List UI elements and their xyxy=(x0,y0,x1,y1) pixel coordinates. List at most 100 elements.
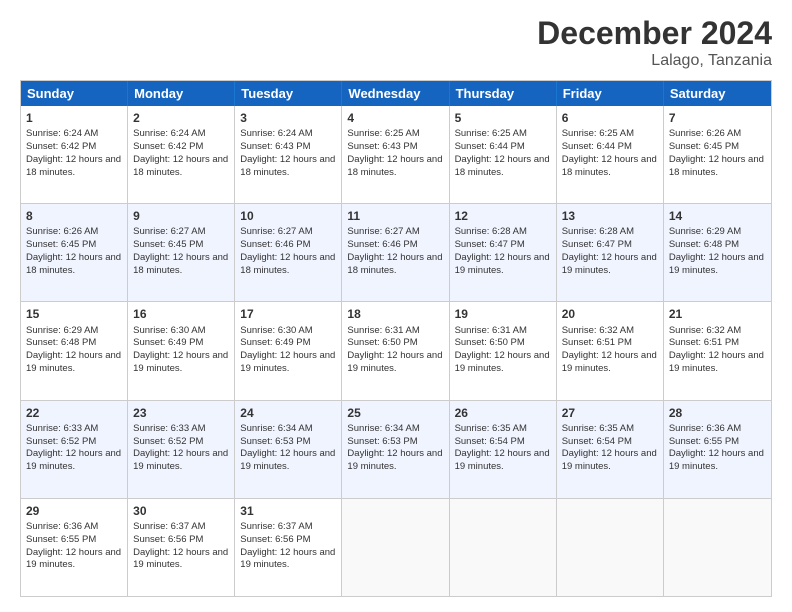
daylight-label: Daylight: 12 hours and 19 minutes. xyxy=(26,350,121,374)
daylight-label: Daylight: 12 hours and 18 minutes. xyxy=(669,154,764,178)
sunset-label: Sunset: 6:56 PM xyxy=(133,534,203,545)
day-cell-31: 31 Sunrise: 6:37 AM Sunset: 6:56 PM Dayl… xyxy=(235,499,342,596)
daylight-label: Daylight: 12 hours and 18 minutes. xyxy=(133,154,228,178)
daylight-label: Daylight: 12 hours and 19 minutes. xyxy=(133,547,228,571)
day-number: 16 xyxy=(133,306,229,322)
day-cell-21: 21 Sunrise: 6:32 AM Sunset: 6:51 PM Dayl… xyxy=(664,302,771,399)
sunset-label: Sunset: 6:53 PM xyxy=(240,436,310,447)
day-number: 7 xyxy=(669,110,766,126)
daylight-label: Daylight: 12 hours and 19 minutes. xyxy=(669,448,764,472)
daylight-label: Daylight: 12 hours and 19 minutes. xyxy=(455,350,550,374)
daylight-label: Daylight: 12 hours and 19 minutes. xyxy=(669,252,764,276)
sunrise-label: Sunrise: 6:24 AM xyxy=(133,128,205,139)
title-block: December 2024 Lalago, Tanzania xyxy=(537,15,772,70)
sunset-label: Sunset: 6:55 PM xyxy=(26,534,96,545)
header-saturday: Saturday xyxy=(664,81,771,106)
day-number: 22 xyxy=(26,405,122,421)
day-number: 2 xyxy=(133,110,229,126)
empty-cell xyxy=(557,499,664,596)
daylight-label: Daylight: 12 hours and 19 minutes. xyxy=(240,448,335,472)
sunrise-label: Sunrise: 6:37 AM xyxy=(133,521,205,532)
calendar: Sunday Monday Tuesday Wednesday Thursday… xyxy=(20,80,772,597)
sunrise-label: Sunrise: 6:35 AM xyxy=(562,423,634,434)
sunset-label: Sunset: 6:51 PM xyxy=(669,337,739,348)
sunset-label: Sunset: 6:52 PM xyxy=(133,436,203,447)
day-cell-8: 8 Sunrise: 6:26 AM Sunset: 6:45 PM Dayli… xyxy=(21,204,128,301)
day-number: 31 xyxy=(240,503,336,519)
sunrise-label: Sunrise: 6:27 AM xyxy=(133,226,205,237)
daylight-label: Daylight: 12 hours and 18 minutes. xyxy=(26,154,121,178)
sunset-label: Sunset: 6:46 PM xyxy=(240,239,310,250)
sunset-label: Sunset: 6:55 PM xyxy=(669,436,739,447)
sunrise-label: Sunrise: 6:34 AM xyxy=(240,423,312,434)
sunrise-label: Sunrise: 6:34 AM xyxy=(347,423,419,434)
sunset-label: Sunset: 6:43 PM xyxy=(347,141,417,152)
sunset-label: Sunset: 6:48 PM xyxy=(669,239,739,250)
daylight-label: Daylight: 12 hours and 19 minutes. xyxy=(562,448,657,472)
sunset-label: Sunset: 6:56 PM xyxy=(240,534,310,545)
sunrise-label: Sunrise: 6:32 AM xyxy=(669,325,741,336)
day-cell-25: 25 Sunrise: 6:34 AM Sunset: 6:53 PM Dayl… xyxy=(342,401,449,498)
week-5: 29 Sunrise: 6:36 AM Sunset: 6:55 PM Dayl… xyxy=(21,499,771,596)
day-number: 23 xyxy=(133,405,229,421)
sunset-label: Sunset: 6:49 PM xyxy=(133,337,203,348)
day-number: 9 xyxy=(133,208,229,224)
sunrise-label: Sunrise: 6:25 AM xyxy=(562,128,634,139)
day-cell-6: 6 Sunrise: 6:25 AM Sunset: 6:44 PM Dayli… xyxy=(557,106,664,203)
day-number: 24 xyxy=(240,405,336,421)
header-tuesday: Tuesday xyxy=(235,81,342,106)
header-friday: Friday xyxy=(557,81,664,106)
week-3: 15 Sunrise: 6:29 AM Sunset: 6:48 PM Dayl… xyxy=(21,302,771,400)
sunrise-label: Sunrise: 6:36 AM xyxy=(26,521,98,532)
daylight-label: Daylight: 12 hours and 19 minutes. xyxy=(133,350,228,374)
sunrise-label: Sunrise: 6:31 AM xyxy=(347,325,419,336)
day-cell-17: 17 Sunrise: 6:30 AM Sunset: 6:49 PM Dayl… xyxy=(235,302,342,399)
day-number: 3 xyxy=(240,110,336,126)
sunset-label: Sunset: 6:42 PM xyxy=(133,141,203,152)
sunset-label: Sunset: 6:45 PM xyxy=(133,239,203,250)
sunrise-label: Sunrise: 6:24 AM xyxy=(26,128,98,139)
sunrise-label: Sunrise: 6:30 AM xyxy=(240,325,312,336)
sunrise-label: Sunrise: 6:27 AM xyxy=(347,226,419,237)
sunrise-label: Sunrise: 6:25 AM xyxy=(347,128,419,139)
sunset-label: Sunset: 6:47 PM xyxy=(562,239,632,250)
daylight-label: Daylight: 12 hours and 18 minutes. xyxy=(133,252,228,276)
day-number: 30 xyxy=(133,503,229,519)
sunrise-label: Sunrise: 6:28 AM xyxy=(562,226,634,237)
daylight-label: Daylight: 12 hours and 19 minutes. xyxy=(347,448,442,472)
sunset-label: Sunset: 6:49 PM xyxy=(240,337,310,348)
day-number: 5 xyxy=(455,110,551,126)
sunrise-label: Sunrise: 6:29 AM xyxy=(26,325,98,336)
page: December 2024 Lalago, Tanzania Sunday Mo… xyxy=(0,0,792,612)
sunrise-label: Sunrise: 6:29 AM xyxy=(669,226,741,237)
day-cell-12: 12 Sunrise: 6:28 AM Sunset: 6:47 PM Dayl… xyxy=(450,204,557,301)
sunset-label: Sunset: 6:45 PM xyxy=(669,141,739,152)
day-number: 25 xyxy=(347,405,443,421)
sunset-label: Sunset: 6:52 PM xyxy=(26,436,96,447)
sunset-label: Sunset: 6:46 PM xyxy=(347,239,417,250)
sunrise-label: Sunrise: 6:30 AM xyxy=(133,325,205,336)
header: December 2024 Lalago, Tanzania xyxy=(20,15,772,70)
calendar-body: 1 Sunrise: 6:24 AM Sunset: 6:42 PM Dayli… xyxy=(21,106,771,596)
sunrise-label: Sunrise: 6:37 AM xyxy=(240,521,312,532)
daylight-label: Daylight: 12 hours and 18 minutes. xyxy=(347,252,442,276)
daylight-label: Daylight: 12 hours and 18 minutes. xyxy=(240,252,335,276)
day-number: 21 xyxy=(669,306,766,322)
day-number: 26 xyxy=(455,405,551,421)
sunrise-label: Sunrise: 6:27 AM xyxy=(240,226,312,237)
sunrise-label: Sunrise: 6:26 AM xyxy=(26,226,98,237)
daylight-label: Daylight: 12 hours and 19 minutes. xyxy=(347,350,442,374)
day-number: 28 xyxy=(669,405,766,421)
header-wednesday: Wednesday xyxy=(342,81,449,106)
day-number: 19 xyxy=(455,306,551,322)
daylight-label: Daylight: 12 hours and 19 minutes. xyxy=(240,547,335,571)
empty-cell xyxy=(342,499,449,596)
day-number: 6 xyxy=(562,110,658,126)
day-cell-14: 14 Sunrise: 6:29 AM Sunset: 6:48 PM Dayl… xyxy=(664,204,771,301)
daylight-label: Daylight: 12 hours and 18 minutes. xyxy=(562,154,657,178)
daylight-label: Daylight: 12 hours and 18 minutes. xyxy=(240,154,335,178)
day-cell-1: 1 Sunrise: 6:24 AM Sunset: 6:42 PM Dayli… xyxy=(21,106,128,203)
day-cell-20: 20 Sunrise: 6:32 AM Sunset: 6:51 PM Dayl… xyxy=(557,302,664,399)
sunrise-label: Sunrise: 6:28 AM xyxy=(455,226,527,237)
day-number: 17 xyxy=(240,306,336,322)
